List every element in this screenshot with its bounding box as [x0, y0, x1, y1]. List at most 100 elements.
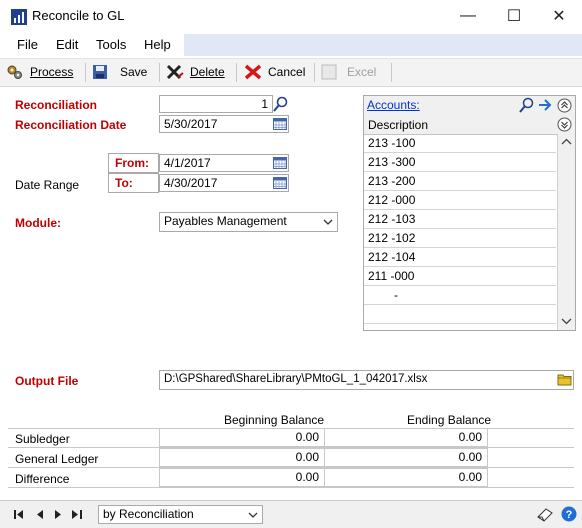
accounts-list: Accounts: Description 213 -100 213 -300 … — [363, 95, 576, 331]
menu-tools[interactable]: Tools — [96, 37, 126, 52]
reconciliation-input[interactable]: 1 — [159, 95, 273, 113]
difference-label: Difference — [15, 472, 70, 486]
from-date-input[interactable]: 4/1/2017 — [159, 154, 289, 172]
menu-edit[interactable]: Edit — [56, 37, 78, 52]
list-item-empty[interactable] — [364, 305, 556, 324]
ending-balance-header: Ending Balance — [407, 413, 492, 427]
accounts-header: Accounts: — [364, 96, 575, 116]
reconciliation-date-value: 5/30/2017 — [164, 117, 218, 131]
general-ledger-ending: 0.00 — [324, 448, 488, 467]
beginning-balance-header: Beginning Balance — [224, 413, 325, 427]
toolbar-separator — [314, 63, 315, 82]
process-button[interactable]: Process — [6, 64, 73, 80]
output-file-label: Output File — [15, 374, 79, 388]
list-item[interactable]: - — [364, 286, 556, 305]
delete-x-icon — [166, 64, 184, 80]
toolbar: Process Save Delete Cancel Excel — [0, 58, 582, 87]
reconciliation-date-label: Reconciliation Date — [15, 118, 127, 132]
chevron-down-icon — [323, 219, 333, 225]
expand-down-icon[interactable] — [557, 117, 572, 132]
menu-file[interactable]: File — [17, 37, 38, 52]
chevron-down-icon — [248, 512, 258, 518]
reconciliation-label: Reconciliation — [15, 98, 98, 112]
arrow-right-icon[interactable] — [538, 98, 553, 112]
sort-value: by Reconciliation — [103, 507, 194, 521]
lookup-magnifier-icon[interactable] — [519, 97, 535, 113]
help-icon[interactable]: ? — [561, 506, 577, 522]
cancel-button[interactable]: Cancel — [244, 64, 305, 80]
excel-label: Excel — [347, 65, 377, 79]
accounts-scrollbar[interactable] — [557, 134, 575, 330]
delete-button[interactable]: Delete — [166, 64, 225, 80]
reconciliation-date-input[interactable]: 5/30/2017 — [159, 115, 289, 133]
general-ledger-beginning: 0.00 — [159, 448, 325, 467]
list-item[interactable]: 212 -000 — [364, 191, 556, 210]
date-range-label: Date Range — [15, 178, 80, 192]
gears-icon — [7, 65, 22, 79]
cancel-x-icon — [244, 64, 262, 80]
toolbar-separator — [85, 63, 86, 82]
list-item[interactable]: 213 -100 — [364, 134, 556, 153]
subledger-label: Subledger — [15, 432, 70, 446]
general-ledger-label: General Ledger — [15, 452, 99, 466]
navigation-bar: by Reconciliation ? — [0, 500, 582, 528]
list-item[interactable]: 211 -000 — [364, 267, 556, 286]
menu-help[interactable]: Help — [144, 37, 171, 52]
subledger-beginning: 0.00 — [159, 428, 325, 447]
first-record-icon[interactable] — [14, 510, 24, 519]
from-label: From: — [108, 153, 159, 173]
close-button[interactable]: ✕ — [536, 0, 582, 32]
save-label: Save — [120, 65, 148, 79]
difference-ending: 0.00 — [324, 468, 488, 487]
description-column-label: Description — [368, 118, 429, 132]
process-label: Process — [30, 65, 74, 79]
next-record-icon[interactable] — [55, 510, 62, 519]
calendar-icon[interactable] — [273, 118, 287, 130]
scroll-up-icon[interactable] — [561, 138, 572, 146]
cancel-label: Cancel — [268, 65, 306, 79]
last-record-icon[interactable] — [72, 510, 82, 519]
collapse-up-icon[interactable] — [557, 98, 572, 113]
toolbar-separator — [391, 63, 392, 82]
minimize-button[interactable]: — — [445, 0, 491, 32]
list-item[interactable]: 212 -102 — [364, 229, 556, 248]
folder-icon[interactable] — [557, 372, 572, 386]
maximize-button[interactable]: ☐ — [491, 0, 537, 32]
subledger-ending: 0.00 — [324, 428, 488, 447]
window-title: Reconcile to GL — [32, 8, 125, 23]
sort-select[interactable]: by Reconciliation — [98, 505, 263, 524]
to-date-input[interactable]: 4/30/2017 — [159, 174, 289, 192]
excel-icon — [321, 64, 337, 80]
excel-button[interactable]: Excel — [321, 64, 376, 80]
menu-bar-fill — [184, 34, 582, 56]
module-label: Module: — [15, 216, 61, 230]
list-item[interactable]: 213 -300 — [364, 153, 556, 172]
note-icon[interactable] — [537, 507, 554, 522]
module-value: Payables Management — [164, 214, 287, 228]
app-chart-icon — [11, 9, 27, 25]
save-disk-icon — [93, 65, 107, 79]
accounts-column-header: Description — [364, 115, 575, 135]
save-button[interactable]: Save — [92, 64, 147, 80]
balances-divider — [8, 487, 574, 488]
list-item[interactable]: 213 -200 — [364, 172, 556, 191]
calendar-icon[interactable] — [273, 157, 287, 169]
calendar-icon[interactable] — [273, 177, 287, 189]
delete-label: Delete — [190, 65, 225, 79]
toolbar-separator — [159, 63, 160, 82]
list-item[interactable]: 212 -104 — [364, 248, 556, 267]
to-date-value: 4/30/2017 — [164, 176, 218, 190]
output-file-input[interactable]: D:\GPShared\ShareLibrary\PMtoGL_1_042017… — [159, 370, 574, 390]
svg-text:?: ? — [566, 509, 573, 521]
difference-beginning: 0.00 — [159, 468, 325, 487]
menu-bar: File Edit Tools Help — [0, 34, 582, 56]
list-item[interactable]: 212 -103 — [364, 210, 556, 229]
lookup-magnifier-icon[interactable] — [273, 95, 289, 113]
toolbar-separator — [236, 63, 237, 82]
module-select[interactable]: Payables Management — [159, 212, 338, 232]
output-file-value: D:\GPShared\ShareLibrary\PMtoGL_1_042017… — [164, 373, 428, 385]
accounts-link[interactable]: Accounts: — [367, 98, 420, 112]
title-bar: Reconcile to GL — ☐ ✕ — [0, 0, 582, 32]
scroll-down-icon[interactable] — [561, 317, 572, 325]
previous-record-icon[interactable] — [36, 510, 43, 519]
